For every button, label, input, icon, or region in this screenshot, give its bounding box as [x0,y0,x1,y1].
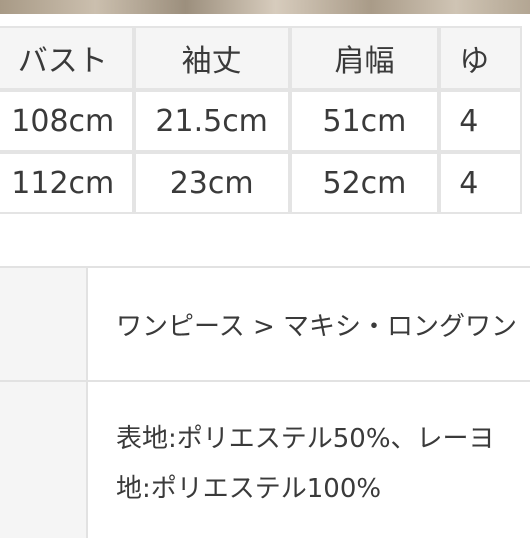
header-sleeve-length: 袖丈 [133,26,290,90]
header-shoulder-width: 肩幅 [289,26,440,90]
cell-shoulder-width: 52cm [289,152,440,214]
size-table: バスト 袖丈 肩幅 ゆ 108cm 21.5cm 51cm 4 112cm 23… [0,26,522,214]
info-row-divider [0,380,530,382]
table-row: 112cm 23cm 52cm 4 [0,152,522,214]
table-row: 108cm 21.5cm 51cm 4 [0,90,522,152]
cell-sleeve-length: 21.5cm [133,90,290,152]
header-truncated: ゆ [439,26,522,90]
info-label-column [0,268,88,538]
material-line-1: 表地:ポリエステル50%、レーヨ [116,424,495,454]
header-bust: バスト [0,26,134,90]
product-photo-edge [0,0,530,14]
category-breadcrumb[interactable]: ワンピース > マキシ・ロングワン [116,306,517,343]
cell-bust: 112cm [0,152,134,214]
cell-shoulder-width: 51cm [289,90,440,152]
cell-bust: 108cm [0,90,134,152]
cell-sleeve-length: 23cm [133,152,290,214]
product-info-table: ワンピース > マキシ・ロングワン 表地:ポリエステル50%、レーヨ 地:ポリエ… [0,266,530,538]
size-table-header-row: バスト 袖丈 肩幅 ゆ [0,26,522,90]
cell-truncated: 4 [439,152,522,214]
cell-truncated: 4 [439,90,522,152]
material-line-2: 地:ポリエステル100% [116,474,382,504]
